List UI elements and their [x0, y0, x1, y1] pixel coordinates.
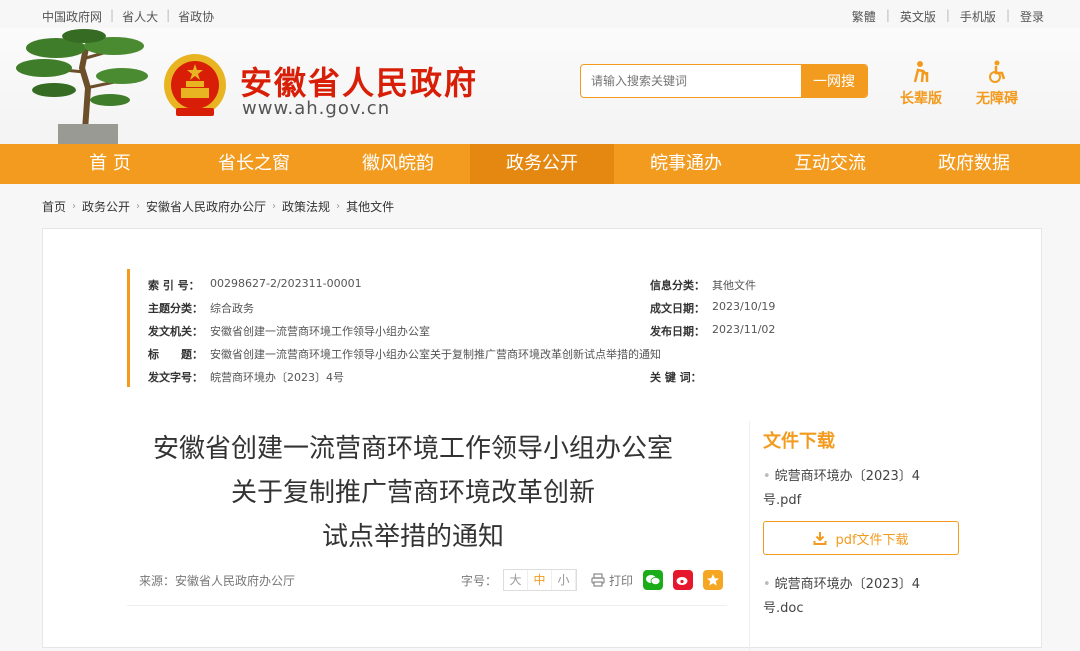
document-metadata: 索 引 号： 00298627-2/202311-00001 主题分类： 综合政…	[127, 269, 787, 387]
search-button[interactable]: 一网搜	[801, 65, 867, 97]
wheelchair-icon	[989, 60, 1006, 83]
nav-government-affairs[interactable]: 政务公开	[470, 144, 614, 184]
breadcrumb-policies[interactable]: 政策法规	[282, 198, 330, 215]
article-tools: 字号： 大 中 小 打印	[461, 569, 724, 591]
breadcrumb-government-affairs[interactable]: 政务公开	[82, 198, 130, 215]
printer-icon	[591, 573, 605, 587]
meta-title: 标 题： 安徽省创建一流营商环境工作领导小组办公室关于复制推广营商环境改革创新试…	[148, 348, 661, 361]
meta-published-date: 发布日期： 2023/11/02	[650, 323, 776, 338]
bullet: •	[763, 469, 771, 484]
nav-governor-window[interactable]: 省长之窗	[182, 144, 326, 184]
pdf-download-button[interactable]: pdf文件下载	[763, 521, 959, 555]
download-icon	[813, 532, 827, 545]
chevron-right-icon: ›	[336, 201, 341, 212]
print-button[interactable]: 打印	[591, 572, 633, 589]
link-english-version[interactable]: 英文版	[900, 8, 936, 25]
search-box: 一网搜	[580, 64, 868, 98]
nav-services[interactable]: 皖事通办	[614, 144, 758, 184]
main-nav: 首 页 省长之窗 徽风皖韵 政务公开 皖事通办 互动交流 政府数据	[0, 144, 1080, 184]
meta-issuer: 发文机关： 安徽省创建一流营商环境工作领导小组办公室	[148, 325, 430, 338]
separator: |	[1005, 8, 1010, 22]
wechat-share-icon[interactable]	[643, 570, 664, 590]
meta-info-category: 信息分类： 其他文件	[650, 279, 756, 292]
elder-mode-label: 长辈版	[900, 91, 942, 107]
link-provincial-cppcc[interactable]: 省政协	[178, 8, 214, 25]
print-label: 打印	[609, 573, 634, 588]
nav-interaction[interactable]: 互动交流	[758, 144, 902, 184]
chevron-right-icon: ›	[272, 201, 277, 212]
link-mobile-version[interactable]: 手机版	[960, 8, 996, 25]
nav-anhui-culture[interactable]: 徽风皖韵	[326, 144, 470, 184]
meta-doc-no: 发文字号： 皖营商环境办〔2023〕4号	[148, 371, 344, 384]
download-file-doc[interactable]: • 皖营商环境办〔2023〕4 号.doc	[763, 573, 943, 621]
breadcrumb-other-documents[interactable]: 其他文件	[346, 198, 394, 215]
meta-keywords: 关 键 词：	[650, 371, 702, 384]
search-input[interactable]	[581, 65, 801, 97]
meta-written-date: 成文日期： 2023/10/19	[650, 300, 776, 315]
meta-topic: 主题分类： 综合政务	[148, 302, 254, 315]
wechat-icon	[646, 575, 661, 585]
link-china-gov[interactable]: 中国政府网	[42, 8, 102, 25]
chevron-right-icon: ›	[72, 201, 77, 212]
font-size-small[interactable]: 小	[552, 570, 577, 590]
separator: |	[885, 8, 890, 22]
font-size-label: 字号：	[461, 573, 498, 588]
site-header: 安徽省人民政府 www.ah.gov.cn 一网搜 长辈版 无障碍	[0, 28, 1080, 144]
divider	[127, 605, 727, 606]
separator: |	[945, 8, 950, 22]
document-title-line: 试点举措的通知	[321, 522, 504, 552]
nav-home[interactable]: 首 页	[38, 144, 182, 184]
font-size-large[interactable]: 大	[504, 570, 529, 590]
nav-government-data[interactable]: 政府数据	[902, 144, 1046, 184]
top-links-left: 中国政府网 | 省人大 | 省政协	[42, 8, 214, 25]
document-title-line: 关于复制推广营商环境改革创新	[230, 478, 595, 508]
huangshan-pine-image	[16, 29, 148, 144]
document-source: 来源：安徽省人民政府办公厅	[139, 574, 296, 588]
separator: |	[110, 8, 115, 22]
download-divider	[749, 421, 750, 651]
breadcrumb-home[interactable]: 首页	[42, 198, 66, 215]
download-section-title: 文件下载	[763, 431, 835, 452]
breadcrumb-general-office[interactable]: 安徽省人民政府办公厅	[146, 198, 266, 215]
chevron-right-icon: ›	[136, 201, 141, 212]
separator: |	[166, 8, 171, 22]
font-size-selector: 大 中 小	[503, 569, 578, 591]
document-title-line: 安徽省创建一流营商环境工作领导小组办公室	[152, 434, 673, 464]
bullet: •	[763, 577, 771, 592]
qzone-share-icon[interactable]	[703, 570, 724, 590]
top-utility-bar: 中国政府网 | 省人大 | 省政协 繁體 | 英文版 | 手机版 | 登录	[0, 0, 1080, 28]
meta-index-no: 索 引 号： 00298627-2/202311-00001	[148, 277, 362, 292]
font-size-medium[interactable]: 中	[528, 570, 553, 590]
national-emblem-icon	[164, 54, 226, 116]
barrier-free-button[interactable]: 无障碍	[976, 60, 1018, 108]
link-provincial-congress[interactable]: 省人大	[122, 8, 158, 25]
weibo-icon	[676, 577, 688, 585]
download-file-pdf[interactable]: • 皖营商环境办〔2023〕4 号.pdf	[763, 465, 943, 513]
elder-mode-button[interactable]: 长辈版	[900, 60, 942, 108]
content-panel: 索 引 号： 00298627-2/202311-00001 主题分类： 综合政…	[42, 228, 1042, 651]
document-title: 安徽省创建一流营商环境工作领导小组办公室 关于复制推广营商环境改革创新 试点举措…	[133, 427, 693, 559]
elder-icon	[913, 61, 929, 83]
top-links-right: 繁體 | 英文版 | 手机版 | 登录	[852, 8, 1044, 25]
link-traditional-chinese[interactable]: 繁體	[852, 8, 876, 25]
pdf-download-label: pdf文件下载	[835, 532, 909, 548]
star-icon	[707, 574, 720, 586]
weibo-share-icon[interactable]	[673, 570, 694, 590]
site-url: www.ah.gov.cn	[242, 98, 391, 119]
barrier-free-label: 无障碍	[976, 91, 1018, 107]
link-login[interactable]: 登录	[1020, 8, 1044, 25]
breadcrumb: 首页 › 政务公开 › 安徽省人民政府办公厅 › 政策法规 › 其他文件	[42, 198, 394, 215]
